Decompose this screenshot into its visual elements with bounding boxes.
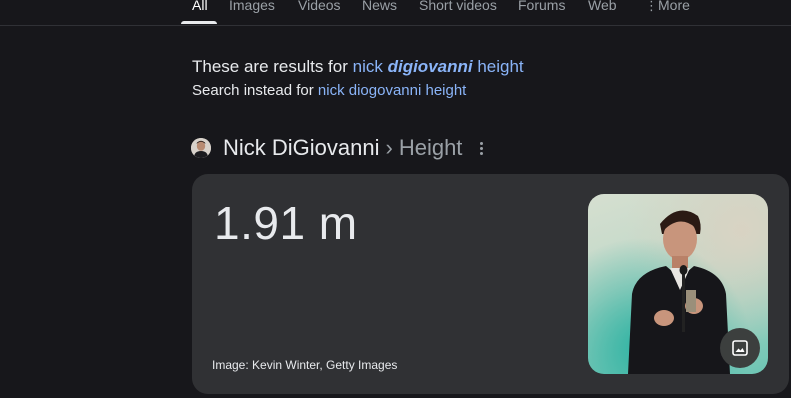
correction-prefix: These are results for xyxy=(192,57,353,76)
image-icon[interactable] xyxy=(720,328,760,368)
tab-videos[interactable]: Videos xyxy=(298,0,341,13)
original-query-link[interactable]: nick diogovanni height xyxy=(318,82,466,99)
tab-forums[interactable]: Forums xyxy=(518,0,565,13)
image-credit: Image: Kevin Winter, Getty Images xyxy=(212,358,398,372)
attribute-label: Height xyxy=(398,135,463,160)
more-vert-icon[interactable]: ⋮ xyxy=(645,0,658,14)
instead-prefix: Search instead for xyxy=(192,82,318,99)
avatar[interactable] xyxy=(191,138,211,158)
entity-name[interactable]: Nick DiGiovanni xyxy=(223,135,380,161)
tab-all[interactable]: All xyxy=(192,0,208,13)
tab-web[interactable]: Web xyxy=(588,0,617,13)
tab-short-videos[interactable]: Short videos xyxy=(419,0,497,13)
tab-news[interactable]: News xyxy=(362,0,397,13)
entity-header: Nick DiGiovanni › Height xyxy=(191,134,488,162)
corrected-query-link[interactable]: nick digiovanni height xyxy=(353,57,524,76)
tab-images[interactable]: Images xyxy=(229,0,275,13)
height-answer: 1.91 m xyxy=(214,197,358,249)
tab-more[interactable]: More xyxy=(658,0,690,13)
breadcrumb-separator: › xyxy=(385,135,393,160)
spelling-correction: These are results for nick digiovanni he… xyxy=(192,57,524,77)
search-tabs: All Images Videos News Short videos Foru… xyxy=(0,0,791,26)
active-tab-indicator xyxy=(181,21,217,24)
answer-card: 1.91 m Image: Kevin Winter, Getty Images xyxy=(192,174,789,394)
search-instead: Search instead for nick diogovanni heigh… xyxy=(192,82,466,99)
kebab-icon[interactable] xyxy=(474,138,488,158)
